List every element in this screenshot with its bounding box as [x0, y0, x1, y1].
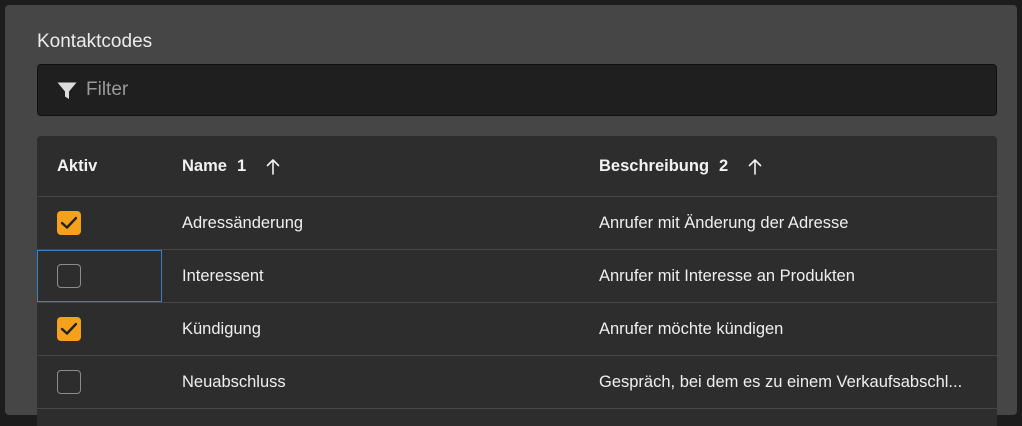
active-checkbox[interactable]	[57, 211, 81, 235]
description-cell: Gespräch, bei dem es zu einem Verkaufsab…	[599, 373, 963, 391]
column-header-description[interactable]: Beschreibung 2	[599, 136, 762, 197]
column-header-label: Beschreibung	[599, 157, 710, 175]
column-header-label: Aktiv	[57, 157, 98, 175]
name-cell: Adressänderung	[182, 213, 304, 232]
sort-ascending-icon[interactable]	[266, 158, 280, 175]
filter-box[interactable]	[37, 64, 997, 116]
active-cell[interactable]	[37, 303, 162, 355]
active-checkbox[interactable]	[57, 264, 81, 288]
active-checkbox[interactable]	[57, 317, 81, 341]
active-checkbox[interactable]	[57, 370, 81, 394]
active-cell[interactable]	[37, 250, 162, 302]
column-header-label: Name	[182, 157, 227, 175]
section-title: Kontaktcodes	[37, 31, 153, 52]
column-header-active[interactable]: Aktiv	[57, 136, 97, 197]
sort-index: 2	[719, 157, 729, 175]
table-row[interactable]: Kündigung Anrufer möchte kündigen	[37, 303, 997, 356]
table-row[interactable]: Adressänderung Anrufer mit Änderung der …	[37, 197, 997, 250]
name-cell: Interessent	[182, 266, 264, 285]
active-cell[interactable]	[37, 356, 162, 408]
checkmark-icon	[60, 322, 78, 335]
filter-input[interactable]	[86, 65, 966, 115]
column-header-name[interactable]: Name 1	[182, 136, 280, 197]
table-row[interactable]: Interessent Anrufer mit Interesse an Pro…	[37, 250, 997, 303]
active-cell[interactable]	[37, 197, 162, 249]
checkmark-icon	[60, 216, 78, 229]
description-cell: Anrufer mit Änderung der Adresse	[599, 214, 849, 232]
description-cell: Anrufer mit Interesse an Produkten	[599, 267, 855, 285]
name-cell: Kündigung	[182, 319, 261, 338]
grid-header: Aktiv Name 1 Beschreibung 2	[37, 136, 997, 197]
table-row[interactable]: Neuabschluss Gespräch, bei dem es zu ein…	[37, 356, 997, 409]
sort-ascending-icon[interactable]	[748, 158, 762, 175]
name-cell: Neuabschluss	[182, 372, 286, 391]
filter-icon	[57, 82, 77, 99]
sort-index: 1	[236, 157, 247, 175]
contact-codes-grid: Aktiv Name 1 Beschreibung 2 Adressänderu…	[37, 136, 997, 426]
description-cell: Anrufer möchte kündigen	[599, 320, 784, 338]
contact-codes-panel: Kontaktcodes Aktiv Name 1 Beschreibung 2	[5, 5, 1017, 426]
